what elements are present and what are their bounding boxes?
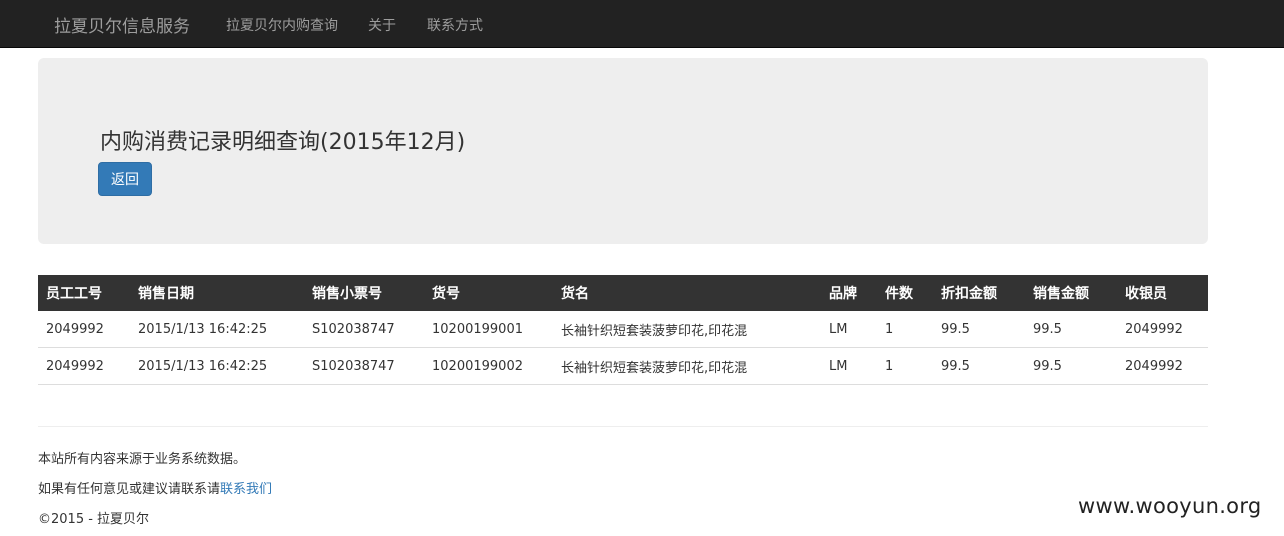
cell-discount-amount: 99.5 [933,347,1025,385]
footer-divider [38,426,1208,427]
records-table-container: 员工工号 销售日期 销售小票号 货号 货名 品牌 件数 折扣金额 销售金额 收银… [38,275,1208,385]
cell-item-name: 长袖针织短套装菠萝印花,印花混 [553,347,821,385]
column-header-item-no: 货号 [432,286,460,302]
back-button[interactable]: 返回 [98,162,152,196]
cell-brand: LM [821,347,877,385]
cell-brand: LM [821,311,877,348]
table-header-row: 员工工号 销售日期 销售小票号 货号 货名 品牌 件数 折扣金额 销售金额 收银… [38,275,1208,311]
cell-receipt-no: S102038747 [304,311,424,348]
cell-employee-id: 2049992 [38,311,130,348]
cell-discount-amount: 99.5 [933,311,1025,348]
nav-link-about[interactable]: 关于 [368,15,396,35]
footer-data-source-note: 本站所有内容来源于业务系统数据。 [38,452,247,467]
nav-link-internal-purchase-query[interactable]: 拉夏贝尔内购查询 [226,15,338,35]
records-table: 员工工号 销售日期 销售小票号 货号 货名 品牌 件数 折扣金额 销售金额 收银… [38,275,1208,385]
column-header-cashier: 收银员 [1125,286,1167,302]
cell-sale-date: 2015/1/13 16:42:25 [130,311,304,348]
brand-link[interactable]: 拉夏贝尔信息服务 [54,12,190,37]
column-header-item-name: 货名 [561,286,589,302]
cell-cashier: 2049992 [1117,311,1208,348]
column-header-discount-amount: 折扣金额 [941,286,997,302]
page-header-panel: 内购消费记录明细查询(2015年12月) 返回 [38,58,1208,244]
cell-sale-date: 2015/1/13 16:42:25 [130,347,304,385]
column-header-sale-date: 销售日期 [138,286,194,302]
table-row: 2049992 2015/1/13 16:42:25 S102038747 10… [38,347,1208,385]
watermark: www.wooyun.org [1078,494,1262,518]
top-navbar: 拉夏贝尔信息服务 拉夏贝尔内购查询 关于 联系方式 [0,0,1284,48]
footer-copyright: ©2015 - 拉夏贝尔 [38,512,150,527]
cell-receipt-no: S102038747 [304,347,424,385]
contact-us-link[interactable]: 联系我们 [220,482,272,497]
footer-feedback-line: 如果有任何意见或建议请联系请联系我们 [38,478,272,497]
table-row: 2049992 2015/1/13 16:42:25 S102038747 10… [38,311,1208,348]
cell-sale-amount: 99.5 [1025,347,1117,385]
cell-sale-amount: 99.5 [1025,311,1117,348]
page-title: 内购消费记录明细查询(2015年12月) [100,130,466,155]
column-header-employee-id: 员工工号 [46,286,102,302]
column-header-brand: 品牌 [829,286,857,302]
column-header-quantity: 件数 [885,286,913,302]
cell-cashier: 2049992 [1117,347,1208,385]
cell-quantity: 1 [877,311,933,348]
cell-item-no: 10200199001 [424,311,553,348]
cell-item-no: 10200199002 [424,347,553,385]
cell-employee-id: 2049992 [38,347,130,385]
nav-link-contact[interactable]: 联系方式 [427,15,483,35]
footer-feedback-text: 如果有任何意见或建议请联系请 [38,482,221,497]
column-header-sale-amount: 销售金额 [1033,286,1089,302]
cell-quantity: 1 [877,347,933,385]
cell-item-name: 长袖针织短套装菠萝印花,印花混 [553,311,821,348]
column-header-receipt-no: 销售小票号 [312,286,382,302]
